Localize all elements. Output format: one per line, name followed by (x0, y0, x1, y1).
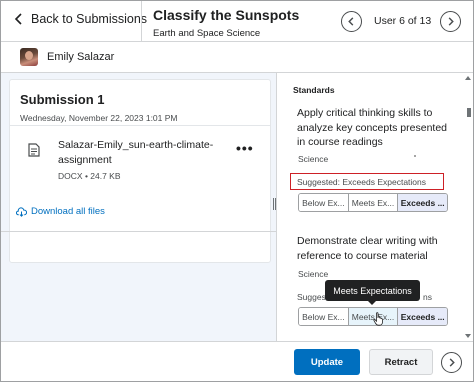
assignment-title: Classify the Sunspots (153, 7, 300, 23)
submission-panel: Submission 1 Wednesday, November 22, 202… (1, 73, 276, 341)
file-meta: DOCX • 24.7 KB (58, 171, 121, 181)
suggested-level: Suggested: Exceeds Expectations (297, 177, 426, 187)
level-below-expectations[interactable]: Below Ex... (299, 308, 349, 325)
next-button[interactable] (441, 352, 462, 373)
update-button[interactable]: Update (294, 349, 360, 375)
course-name: Earth and Space Science (153, 28, 261, 39)
suggested-level-tail: ns (423, 292, 432, 302)
user-position: User 6 of 13 (374, 15, 432, 27)
submission-title: Submission 1 (20, 92, 105, 107)
chevron-right-icon (448, 17, 454, 26)
standards-panel: Standards Apply critical thinking skills… (277, 73, 473, 341)
cloud-download-icon (16, 206, 27, 217)
hand-cursor-icon (373, 312, 383, 326)
level-meets-expectations[interactable]: Meets Ex... (348, 194, 399, 211)
next-user-button[interactable] (440, 11, 461, 32)
level-selector: Below Ex... Meets Ex... Exceeds ... (298, 193, 448, 212)
level-exceeds-expectations[interactable]: Exceeds ... (398, 308, 447, 325)
standard-description: Apply critical thinking skills to analyz… (297, 107, 448, 148)
footer-bar: Update Retract (1, 341, 473, 381)
chevron-left-icon (348, 17, 354, 26)
scrollbar-thumb[interactable] (467, 108, 471, 117)
suggested-level: Sugges (297, 292, 326, 302)
decorative-dot (414, 155, 416, 157)
top-bar: Back to Submissions Classify the Sunspot… (1, 1, 473, 42)
file-name-link[interactable]: Salazar-Emily_sun-earth-climate-assignme… (58, 138, 228, 168)
file-size: 24.7 KB (90, 171, 121, 181)
divider (10, 125, 270, 126)
more-options-icon[interactable]: ••• (236, 140, 254, 156)
download-all-files-link[interactable]: Download all files (16, 206, 105, 217)
grading-window: Back to Submissions Classify the Sunspot… (0, 0, 474, 382)
back-label: Back to Submissions (31, 12, 148, 26)
standard-category: Science (298, 154, 329, 164)
standard-description: Demonstrate clear writing with reference… (297, 235, 438, 262)
divider (141, 1, 142, 42)
student-name: Emily Salazar (47, 51, 115, 63)
document-icon (28, 143, 40, 157)
scroll-up-arrow-icon[interactable] (465, 75, 471, 81)
student-row: Emily Salazar (1, 42, 473, 73)
submission-date: Wednesday, November 22, 2023 1:01 PM (20, 113, 178, 123)
avatar (20, 48, 38, 66)
download-label: Download all files (31, 206, 105, 217)
retract-button[interactable]: Retract (369, 349, 433, 375)
level-below-expectations[interactable]: Below Ex... (299, 194, 349, 211)
file-type: DOCX (58, 171, 83, 181)
back-to-submissions-link[interactable]: Back to Submissions (13, 12, 147, 26)
chevron-left-icon (14, 13, 22, 25)
scroll-down-arrow-icon[interactable] (465, 333, 471, 339)
level-exceeds-expectations[interactable]: Exceeds ... (398, 194, 447, 211)
chevron-right-icon (449, 358, 455, 367)
assignment-title-block: Classify the Sunspots Earth and Space Sc… (153, 7, 299, 39)
submission-card: Submission 1 Wednesday, November 22, 202… (9, 79, 271, 263)
standard-category: Science (298, 269, 329, 279)
previous-user-button[interactable] (341, 11, 362, 32)
standards-heading: Standards (293, 85, 335, 95)
level-tooltip: Meets Expectations (325, 280, 420, 305)
divider (1, 231, 276, 232)
